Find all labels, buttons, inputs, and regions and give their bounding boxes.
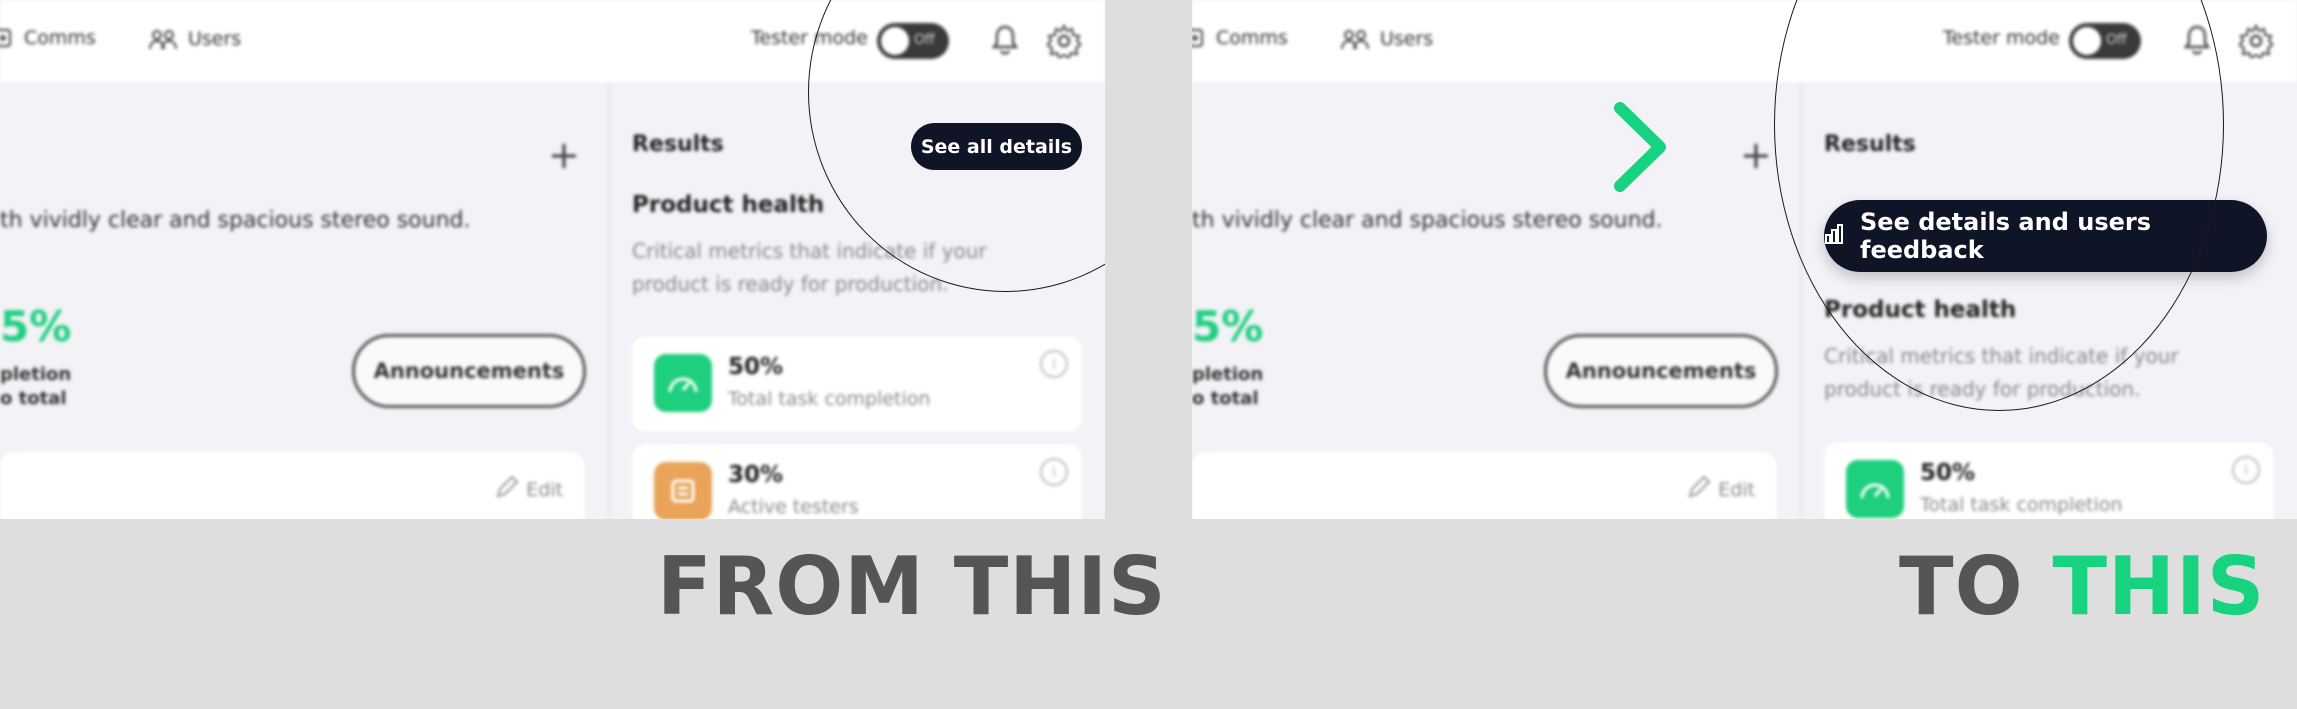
results-title: Results	[1824, 132, 1916, 157]
testers-icon	[654, 462, 712, 519]
results-column: Results Product health Critical metrics …	[1800, 82, 2297, 519]
nav-item-users[interactable]: Users	[148, 27, 241, 51]
nav-label-comms: Comms	[24, 27, 96, 49]
completion-percentage: 5%	[1192, 302, 1264, 351]
completion-subtitle-2: o total	[1192, 388, 1259, 409]
top-nav-bar: Comms Users Tester mode Off	[1192, 0, 2297, 82]
toggle-state-label: Off	[2106, 32, 2127, 48]
nav-item-comms[interactable]: Comms	[0, 27, 96, 49]
blurred-app-content: Comms Users Tester mode Off + th vividly…	[0, 0, 1105, 519]
caption-from-this: FROM THIS	[657, 540, 1167, 633]
nav-item-users[interactable]: Users	[1340, 27, 1433, 51]
pencil-icon	[1686, 474, 1712, 505]
announcements-button[interactable]: Announcements	[1544, 334, 1778, 408]
results-title: Results	[632, 132, 724, 157]
see-details-and-feedback-button[interactable]: See details and users feedback	[1824, 200, 2267, 272]
completion-subtitle-1: pletion	[1192, 364, 1264, 385]
product-description: th vividly clear and spacious stereo sou…	[1192, 208, 1663, 233]
metric-value: 30%	[728, 462, 784, 488]
tester-mode-toggle[interactable]: Off	[877, 23, 949, 59]
tester-mode-label: Tester mode	[1943, 27, 2060, 49]
tester-mode-label: Tester mode	[751, 27, 868, 49]
completion-subtitle-1: pletion	[0, 364, 72, 385]
gear-icon[interactable]	[1045, 24, 1083, 62]
bell-icon[interactable]	[990, 24, 1020, 62]
metric-card-task-completion[interactable]: 50% Total task completion i	[1824, 442, 2274, 519]
after-screenshot-panel: Comms Users Tester mode Off + th vividly…	[1192, 0, 2297, 519]
edit-card: Edit	[0, 452, 585, 519]
nav-label-users: Users	[1380, 28, 1434, 50]
product-health-title: Product health	[1824, 297, 2017, 323]
add-button[interactable]: +	[548, 136, 580, 174]
edit-button[interactable]: Edit	[494, 474, 563, 505]
info-icon[interactable]: i	[1040, 458, 1068, 486]
info-icon[interactable]: i	[2232, 456, 2260, 484]
bell-icon[interactable]	[2182, 24, 2212, 62]
main-content-column: + th vividly clear and spacious stereo s…	[0, 82, 607, 519]
top-nav-bar: Comms Users Tester mode Off	[0, 0, 1105, 82]
toggle-state-label: Off	[914, 32, 935, 48]
caption-to-prefix: TO	[1899, 540, 2024, 633]
metric-value: 50%	[1920, 460, 1976, 486]
metric-card-task-completion[interactable]: 50% Total task completion i	[632, 336, 1082, 432]
completion-subtitle-2: o total	[0, 388, 67, 409]
toggle-knob	[881, 27, 909, 55]
metric-value: 50%	[728, 354, 784, 380]
metric-label: Total task completion	[728, 388, 931, 410]
see-details-label: See details and users feedback	[1860, 208, 2151, 264]
comms-icon	[1192, 27, 1206, 49]
info-icon[interactable]: i	[1040, 350, 1068, 378]
edit-label: Edit	[526, 478, 563, 501]
speedometer-icon	[1846, 460, 1904, 518]
product-description: th vividly clear and spacious stereo sou…	[0, 208, 471, 233]
transition-arrow-icon	[1212, 102, 1666, 192]
edit-card: Edit	[1192, 452, 1777, 519]
product-health-title: Product health	[632, 192, 825, 218]
add-button[interactable]: +	[1740, 136, 1772, 174]
product-health-description: Critical metrics that indicate if your p…	[1824, 344, 2179, 401]
announcements-button[interactable]: Announcements	[352, 334, 586, 408]
nav-label-users: Users	[188, 28, 242, 50]
comms-icon	[0, 27, 14, 49]
gear-icon[interactable]	[2237, 24, 2275, 62]
caption-to-this: TO THIS	[1899, 540, 2265, 633]
nav-item-comms[interactable]: Comms	[1192, 27, 1288, 49]
toggle-knob	[2073, 27, 2101, 55]
pencil-icon	[494, 474, 520, 505]
metric-card-active-testers[interactable]: 30% Active testers i	[632, 444, 1082, 519]
see-all-details-button[interactable]: See all details	[911, 123, 1082, 170]
metric-label: Active testers	[728, 496, 859, 518]
caption-to-accent: THIS	[2052, 540, 2266, 633]
users-icon	[148, 27, 178, 51]
edit-label: Edit	[1718, 478, 1755, 501]
edit-button[interactable]: Edit	[1686, 474, 1755, 505]
users-icon	[1340, 27, 1370, 51]
tester-mode-toggle[interactable]: Off	[2069, 23, 2141, 59]
speedometer-icon	[654, 354, 712, 412]
product-health-description: Critical metrics that indicate if your p…	[632, 239, 987, 296]
bar-chart-icon	[1824, 222, 1844, 250]
before-screenshot-panel: Comms Users Tester mode Off + th vividly…	[0, 0, 1105, 519]
nav-label-comms: Comms	[1216, 27, 1288, 49]
completion-percentage: 5%	[0, 302, 72, 351]
metric-label: Total task completion	[1920, 494, 2123, 516]
